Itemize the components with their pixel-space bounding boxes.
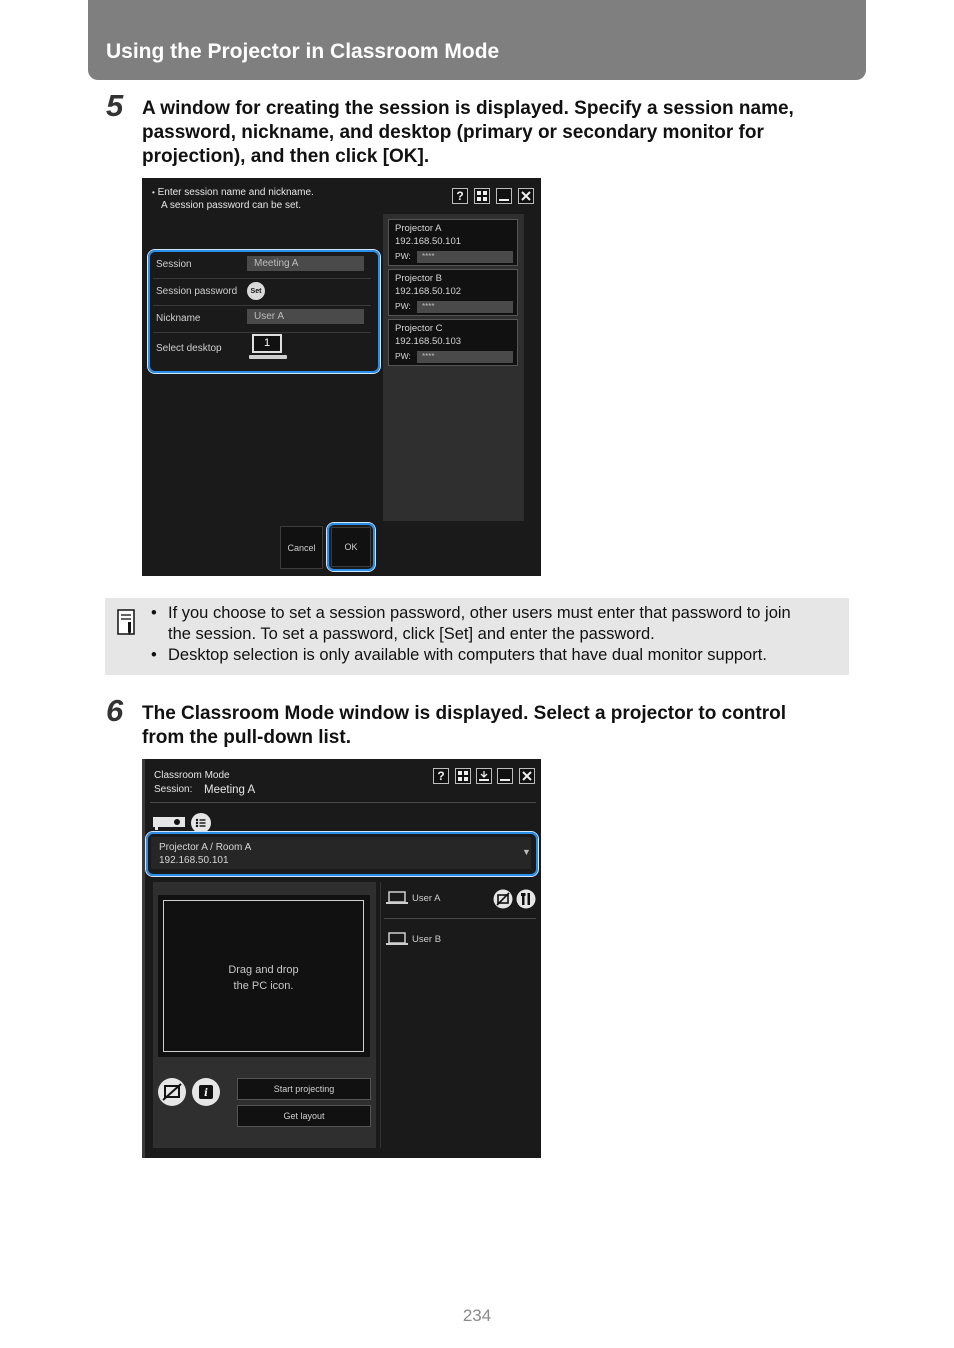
session-instructions: • Enter session name and nickname. A ses… [152, 187, 314, 211]
dropdown-projector-name: Projector A / Room A [159, 842, 252, 853]
memo-icon [117, 609, 135, 635]
cancel-button[interactable]: Cancel [280, 526, 323, 569]
session-row: Session Meeting A [153, 252, 371, 279]
monitor-base [249, 355, 287, 359]
classroom-title: Classroom Mode [154, 770, 230, 781]
minimize-button[interactable] [496, 188, 512, 204]
note-bullet: • [151, 646, 157, 664]
blank-screen-button[interactable] [158, 1078, 186, 1106]
step-5-text: A window for creating the session is dis… [142, 97, 794, 169]
session-name-input[interactable]: Meeting A [247, 256, 364, 271]
note-bullet: • [151, 604, 157, 622]
blank-screen-icon [162, 1083, 182, 1101]
projector-dropdown[interactable]: Projector A / Room A 192.168.50.101 ▼ [151, 837, 531, 869]
projector-pw-input[interactable]: **** [417, 351, 513, 363]
nickname-input[interactable]: User A [247, 309, 364, 324]
step-6-text: The Classroom Mode window is displayed. … [142, 702, 786, 750]
session-password-row: Session password Set [153, 279, 371, 306]
tools-icon [516, 889, 536, 909]
close-button[interactable] [518, 188, 534, 204]
note-line: If you choose to set a session password,… [168, 604, 791, 622]
page-number: 234 [462, 1306, 492, 1325]
download-icon [479, 771, 489, 781]
instruction-line: A session password can be set. [161, 200, 302, 211]
select-desktop-label: Select desktop [156, 343, 222, 354]
download-button[interactable] [476, 768, 492, 784]
close-button[interactable] [519, 768, 535, 784]
title-divider [150, 802, 536, 803]
projector-pw-label: PW: [395, 301, 411, 311]
minimize-icon [500, 779, 510, 781]
step-5-number: 5 [106, 88, 124, 123]
step-6-number: 6 [106, 693, 124, 728]
step-5-line: A window for creating the session is dis… [142, 98, 794, 119]
select-desktop-row: Select desktop 1 [153, 333, 371, 365]
desktop-monitor-button[interactable]: 1 [249, 334, 287, 362]
user-name: User A [412, 893, 441, 904]
projector-pw-input[interactable]: **** [417, 301, 513, 313]
session-name: Meeting A [204, 784, 256, 796]
projector-card[interactable]: Projector B 192.168.50.102 PW: **** [388, 269, 518, 316]
get-layout-button[interactable]: Get layout [237, 1105, 371, 1127]
nickname-row: Nickname User A [153, 306, 371, 333]
projector-name: Projector C [395, 323, 443, 334]
user-list-item[interactable]: User A [386, 889, 536, 912]
note-line: Desktop selection is only available with… [168, 646, 767, 664]
nickname-label: Nickname [156, 313, 201, 324]
svg-text:i: i [204, 1088, 208, 1099]
session-label: Session [156, 259, 192, 270]
projector-ip: 192.168.50.102 [395, 286, 462, 297]
page-header-title: Using the Projector in Classroom Mode [106, 40, 500, 63]
instruction-line: Enter session name and nickname. [157, 187, 314, 198]
help-button[interactable]: ? [452, 188, 468, 204]
info-button[interactable]: i [192, 1078, 220, 1106]
blank-screen-icon [493, 889, 513, 909]
step-6-line: from the pull-down list. [142, 727, 351, 748]
window-left-edge [142, 759, 145, 1158]
projector-ip: 192.168.50.101 [395, 236, 462, 247]
note-icon [116, 609, 138, 637]
ok-button[interactable]: OK [331, 527, 371, 567]
projector-icon [153, 814, 185, 830]
dropdown-projector-ip: 192.168.50.101 [159, 855, 229, 866]
list-icon[interactable] [191, 813, 211, 833]
step-6-line: The Classroom Mode window is displayed. … [142, 703, 787, 724]
grid-view-button[interactable] [474, 188, 490, 204]
minimize-button[interactable] [497, 768, 513, 784]
info-icon: i [199, 1085, 213, 1099]
user-list-item[interactable]: User B [386, 931, 536, 953]
projector-name: Projector B [395, 273, 442, 284]
laptop-icon [386, 932, 408, 945]
projector-card[interactable]: Projector C 192.168.50.103 PW: **** [388, 319, 518, 366]
start-projecting-button[interactable]: Start projecting [237, 1078, 371, 1100]
drop-text-line: Drag and drop [228, 964, 299, 976]
projector-ip: 192.168.50.103 [395, 336, 462, 347]
close-icon [521, 191, 531, 201]
close-icon [522, 771, 532, 781]
help-button[interactable]: ? [433, 768, 449, 784]
step-5-line: password, nickname, and desktop (primary… [142, 122, 764, 143]
step-5-line: projection), and then click [OK]. [142, 146, 430, 167]
drop-instructions: Drag and drop the PC icon. [163, 962, 364, 994]
laptop-icon [386, 891, 408, 904]
drop-text-line: the PC icon. [233, 980, 294, 992]
user-name: User B [412, 934, 442, 945]
grid-view-button[interactable] [455, 768, 471, 784]
grid-icon [458, 771, 468, 781]
user-list-divider [380, 882, 381, 1148]
chevron-down-icon: ▼ [522, 847, 531, 857]
projector-pw-input[interactable]: **** [417, 251, 513, 263]
projector-pw-label: PW: [395, 351, 411, 361]
note-line: the session. To set a password, click [S… [168, 625, 655, 643]
monitor-icon: 1 [252, 334, 282, 353]
projector-card[interactable]: Projector A 192.168.50.101 PW: **** [388, 219, 518, 266]
session-password-label: Session password [156, 286, 238, 297]
session-label: Session: [154, 784, 193, 795]
projector-pw-label: PW: [395, 251, 411, 261]
grid-icon [477, 191, 487, 201]
user-divider [384, 918, 536, 919]
set-password-button[interactable]: Set [247, 282, 265, 300]
minimize-icon [499, 199, 509, 201]
projector-name: Projector A [395, 223, 442, 234]
